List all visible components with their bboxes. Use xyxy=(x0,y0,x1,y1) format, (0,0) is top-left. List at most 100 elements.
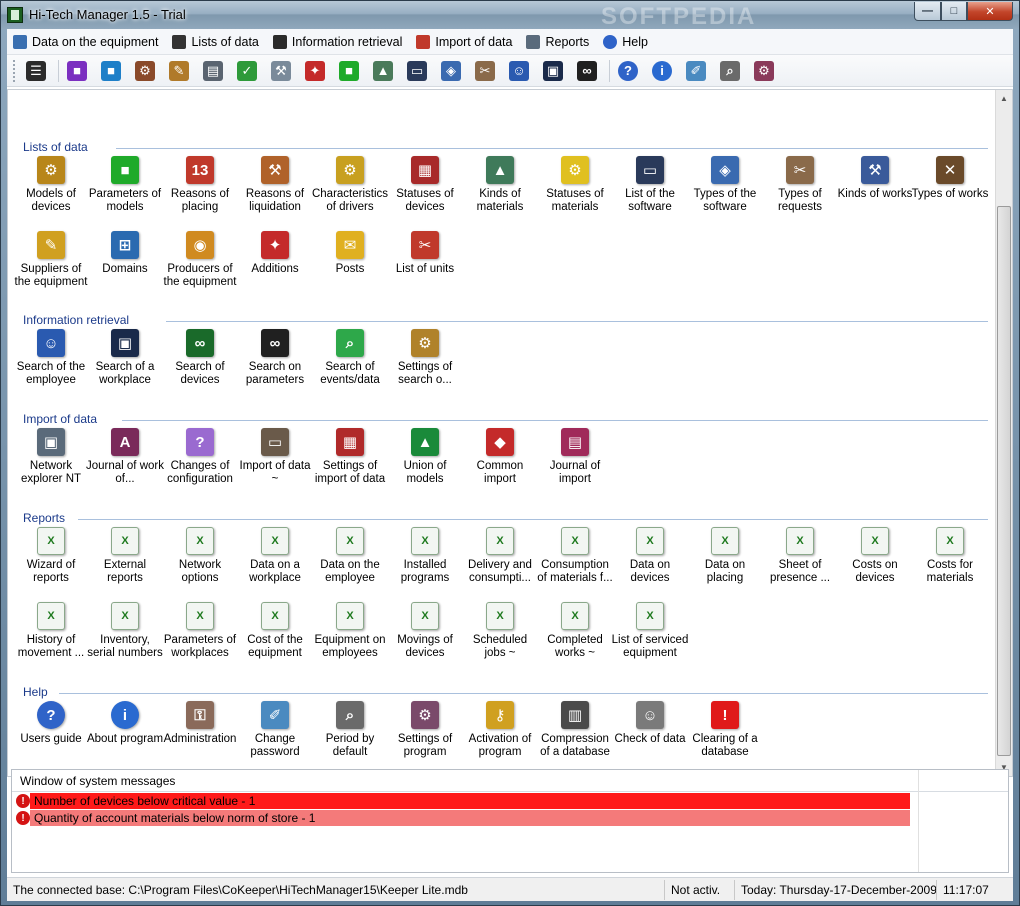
toolbar-button-check[interactable]: ✓ xyxy=(232,58,262,84)
tile-reasons-of-placing[interactable]: 13 Reasons of placing xyxy=(161,156,239,226)
tile-journal-of-import[interactable]: ▤ Journal of import xyxy=(536,428,614,498)
toolbar-button-software[interactable]: ◈ xyxy=(436,58,466,84)
tile-list-of-the-software[interactable]: ▭ List of the software xyxy=(611,156,689,226)
tile-suppliers-of-the-equipment[interactable]: ✎ Suppliers of the equipment xyxy=(12,231,90,301)
tile-period-by-default[interactable]: ⌕ Period by default xyxy=(311,701,389,771)
tile-kinds-of-works[interactable]: ⚒ Kinds of works xyxy=(836,156,914,226)
tile-data-on-the-employee[interactable]: X Data on the employee xyxy=(311,527,389,597)
tile-characteristics-of-drivers[interactable]: ⚙ Characteristics of drivers xyxy=(311,156,389,226)
tile-wizard-of-reports[interactable]: X Wizard of reports xyxy=(12,527,90,597)
tile-movings-of-devices[interactable]: X Movings of devices xyxy=(386,602,464,672)
tile-search-of-the-employee[interactable]: ☺ Search of the employee xyxy=(12,329,90,399)
toolbar-button-info[interactable]: i xyxy=(647,58,677,84)
tile-clearing-of-a-database[interactable]: ! Clearing of a database xyxy=(686,701,764,771)
tile-equipment-on-employees[interactable]: X Equipment on employees xyxy=(311,602,389,672)
tile-cost-of-the-equipment[interactable]: X Cost of the equipment xyxy=(236,602,314,672)
tile-reasons-of-liquidation[interactable]: ⚒ Reasons of liquidation xyxy=(236,156,314,226)
tile-search-of-events-data[interactable]: ⌕ Search of events/data xyxy=(311,329,389,399)
tile-list-of-serviced-equipment[interactable]: X List of serviced equipment xyxy=(611,602,689,672)
toolbar-button-change-password[interactable]: ✐ xyxy=(681,58,711,84)
tile-posts[interactable]: ✉ Posts xyxy=(311,231,389,301)
toolbar-grip[interactable] xyxy=(13,59,17,82)
tile-compression-of-a-database[interactable]: ▥ Compression of a database xyxy=(536,701,614,771)
tile-search-on-parameters[interactable]: ∞ Search on parameters xyxy=(236,329,314,399)
message-row[interactable]: ! Quantity of account materials below nor… xyxy=(12,810,1008,826)
tile-statuses-of-materials[interactable]: ⚙ Statuses of materials xyxy=(536,156,614,226)
tile-history-of-movement[interactable]: X History of movement ... xyxy=(12,602,90,672)
minimize-button[interactable]: — xyxy=(914,2,941,21)
tile-delivery-and-consumpti[interactable]: X Delivery and consumpti... xyxy=(461,527,539,597)
tile-union-of-models[interactable]: ▲ Union of models xyxy=(386,428,464,498)
tile-completed-works[interactable]: X Completed works ~ xyxy=(536,602,614,672)
tile-users-guide[interactable]: ? Users guide xyxy=(12,701,90,771)
tile-data-on-devices[interactable]: X Data on devices xyxy=(611,527,689,597)
toolbar-button-help[interactable]: ? xyxy=(613,58,643,84)
toolbar-button-tools[interactable]: ✂ xyxy=(470,58,500,84)
tile-statuses-of-devices[interactable]: ▦ Statuses of devices xyxy=(386,156,464,226)
toolbar-button-window[interactable]: ▭ xyxy=(402,58,432,84)
tile-changes-of-configuration[interactable]: ? Changes of configuration xyxy=(161,428,239,498)
tile-search-of-a-workplace[interactable]: ▣ Search of a workplace xyxy=(86,329,164,399)
menu-help[interactable]: Help xyxy=(603,34,648,49)
tile-consumption-of-materials-f[interactable]: X Consumption of materials f... xyxy=(536,527,614,597)
toolbar-button-pinion[interactable]: ⚙ xyxy=(130,58,160,84)
tile-scheduled-jobs[interactable]: X Scheduled jobs ~ xyxy=(461,602,539,672)
toolbar-button-purple-cube[interactable]: ■ xyxy=(62,58,92,84)
toolbar-button-binoculars[interactable]: ∞ xyxy=(572,58,602,84)
tile-types-of-works[interactable]: ✕ Types of works xyxy=(911,156,989,226)
menu-information-retrieval[interactable]: Information retrieval xyxy=(272,34,402,49)
title-bar[interactable]: Hi-Tech Manager 1.5 - Trial SOFTPEDIA — … xyxy=(1,1,1019,30)
tile-change-password[interactable]: ✐ Change password xyxy=(236,701,314,771)
tile-domains[interactable]: ⊞ Domains xyxy=(86,231,164,301)
tile-list-of-units[interactable]: ✂ List of units xyxy=(386,231,464,301)
tile-costs-on-devices[interactable]: X Costs on devices xyxy=(836,527,914,597)
toolbar-button-tree-view[interactable]: ☰ xyxy=(21,58,51,84)
tile-settings-of-program[interactable]: ⚙ Settings of program xyxy=(386,701,464,771)
close-button[interactable]: ✕ xyxy=(967,2,1013,21)
tile-installed-programs[interactable]: X Installed programs xyxy=(386,527,464,597)
tile-about-program[interactable]: i About program xyxy=(86,701,164,771)
message-row[interactable]: ! Number of devices below critical value … xyxy=(12,793,1008,809)
tile-parameters-of-models[interactable]: ■ Parameters of models xyxy=(86,156,164,226)
toolbar-button-additions[interactable]: ✦ xyxy=(300,58,330,84)
toolbar-button-period[interactable]: ⌕ xyxy=(715,58,745,84)
vertical-scrollbar[interactable]: ▲ ▼ xyxy=(995,90,1012,776)
tile-costs-for-materials[interactable]: X Costs for materials xyxy=(911,527,989,597)
menu-lists-of-data[interactable]: Lists of data xyxy=(172,34,259,49)
toolbar-button-edit[interactable]: ✎ xyxy=(164,58,194,84)
tile-check-of-data[interactable]: ☺ Check of data xyxy=(611,701,689,771)
menu-data-on-the-equipment[interactable]: Data on the equipment xyxy=(13,34,158,49)
tile-inventory-serial-numbers[interactable]: X Inventory, serial numbers xyxy=(86,602,164,672)
menu-reports[interactable]: Reports xyxy=(526,34,589,49)
toolbar-button-settings[interactable]: ⚙ xyxy=(749,58,779,84)
toolbar-button-employee[interactable]: ☺ xyxy=(504,58,534,84)
maximize-button[interactable]: □ xyxy=(941,2,967,21)
tile-network-options[interactable]: X Network options xyxy=(161,527,239,597)
tile-data-on-placing[interactable]: X Data on placing xyxy=(686,527,764,597)
tile-common-import[interactable]: ◆ Common import xyxy=(461,428,539,498)
toolbar-button-green-square[interactable]: ■ xyxy=(334,58,364,84)
tile-external-reports[interactable]: X External reports xyxy=(86,527,164,597)
tile-parameters-of-workplaces[interactable]: X Parameters of workplaces xyxy=(161,602,239,672)
tile-network-explorer-nt[interactable]: ▣ Network explorer NT xyxy=(12,428,90,498)
tile-settings-of-import-of-data[interactable]: ▦ Settings of import of data xyxy=(311,428,389,498)
tile-producers-of-the-equipment[interactable]: ◉ Producers of the equipment xyxy=(161,231,239,301)
scroll-thumb[interactable] xyxy=(997,206,1011,756)
tile-types-of-requests[interactable]: ✂ Types of requests xyxy=(761,156,839,226)
tile-settings-of-search-o[interactable]: ⚙ Settings of search o... xyxy=(386,329,464,399)
tile-import-of-data[interactable]: ▭ Import of data ~ xyxy=(236,428,314,498)
toolbar-button-repair[interactable]: ⚒ xyxy=(266,58,296,84)
tile-types-of-the-software[interactable]: ◈ Types of the software xyxy=(686,156,764,226)
tile-activation-of-program[interactable]: ⚷ Activation of program xyxy=(461,701,539,771)
tile-search-of-devices[interactable]: ∞ Search of devices xyxy=(161,329,239,399)
tile-kinds-of-materials[interactable]: ▲ Kinds of materials xyxy=(461,156,539,226)
scroll-up-icon[interactable]: ▲ xyxy=(996,90,1012,107)
toolbar-button-clipboard[interactable]: ▤ xyxy=(198,58,228,84)
tile-sheet-of-presence[interactable]: X Sheet of presence ... xyxy=(761,527,839,597)
tile-data-on-a-workplace[interactable]: X Data on a workplace xyxy=(236,527,314,597)
toolbar-button-workplace[interactable]: ▣ xyxy=(538,58,568,84)
tile-journal-of-work-of[interactable]: A Journal of work of... xyxy=(86,428,164,498)
toolbar-button-material[interactable]: ▲ xyxy=(368,58,398,84)
tile-administration[interactable]: ⚿ Administration xyxy=(161,701,239,771)
menu-import-of-data[interactable]: Import of data xyxy=(416,34,512,49)
